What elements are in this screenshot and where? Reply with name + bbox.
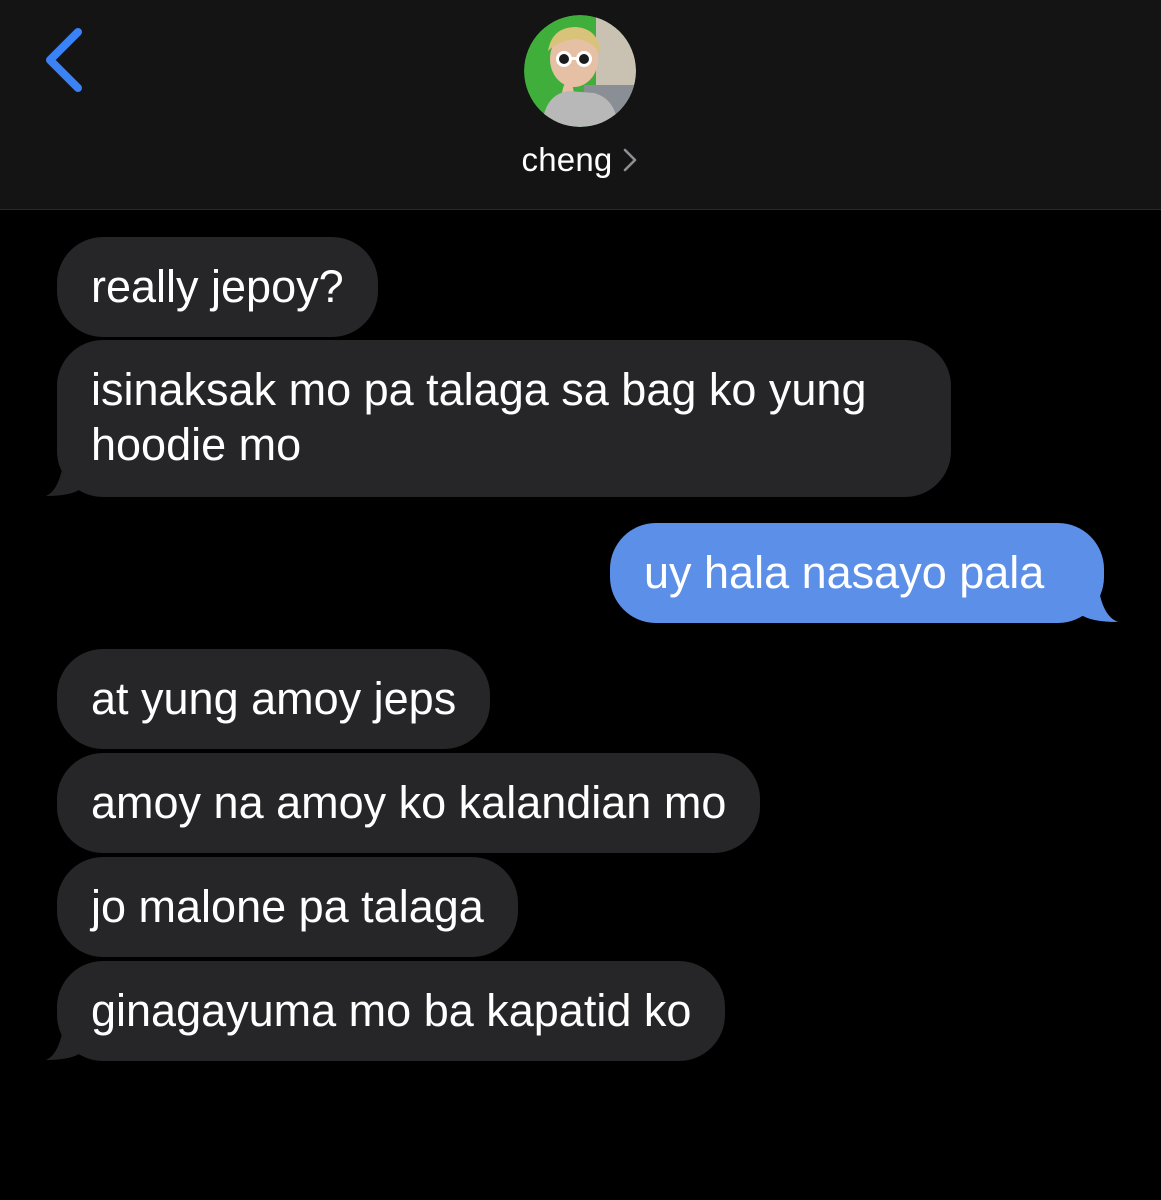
message-text-line: hoodie mo <box>91 419 302 470</box>
bubble-tail <box>42 1022 82 1062</box>
contact-name-button[interactable]: cheng <box>480 136 680 184</box>
message-text: ginagayuma mo ba kapatid ko <box>91 985 692 1036</box>
message-bubble-incoming[interactable]: amoy na amoy ko kalandian mo <box>57 753 761 853</box>
bubble-tail <box>42 458 82 498</box>
message-bubble-incoming[interactable]: at yung amoy jeps <box>57 649 491 749</box>
message-text: uy hala nasayo pala <box>644 547 1045 598</box>
message-text: at yung amoy jeps <box>91 673 457 724</box>
chevron-right-icon <box>622 147 638 173</box>
message-bubble-incoming[interactable]: really jepoy? <box>57 237 378 337</box>
message-bubble-incoming[interactable]: ginagayuma mo ba kapatid ko <box>57 961 726 1061</box>
message-text: amoy na amoy ko kalandian mo <box>91 777 727 828</box>
message-text: jo malone pa talaga <box>91 881 484 932</box>
message-bubble-outgoing[interactable]: uy hala nasayo pala <box>610 523 1104 623</box>
bubble-tail <box>1080 584 1120 624</box>
message-text-line: isinaksak mo pa talaga sa bag ko yung <box>91 364 867 415</box>
back-button[interactable] <box>36 22 96 98</box>
chevron-left-icon <box>46 28 82 92</box>
message-text: really jepoy? <box>91 261 344 312</box>
message-bubble-incoming[interactable]: isinaksak mo pa talaga sa bag ko yung ho… <box>57 340 951 497</box>
avatar-photo <box>524 15 636 127</box>
contact-avatar[interactable] <box>524 15 636 127</box>
message-bubble-incoming[interactable]: jo malone pa talaga <box>57 857 518 957</box>
conversation-header: cheng <box>0 0 1161 210</box>
contact-name: cheng <box>521 141 613 178</box>
